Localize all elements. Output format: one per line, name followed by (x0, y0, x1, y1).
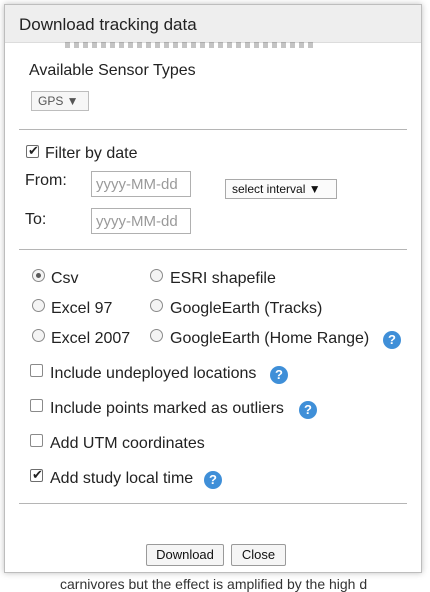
format-label-googleearth-tracks: GoogleEarth (Tracks) (170, 300, 323, 317)
format-radio-googleearth-home-range[interactable] (150, 329, 163, 342)
help-icon[interactable]: ? (383, 331, 401, 349)
checkmark-icon: ✔ (32, 467, 43, 482)
help-icon[interactable]: ? (299, 401, 317, 419)
format-label-excel-97: Excel 97 (51, 300, 113, 317)
sensor-type-select[interactable]: GPS ▼ (31, 91, 89, 111)
format-label-excel-2007: Excel 2007 (51, 330, 131, 347)
add-utm-checkbox[interactable] (30, 434, 43, 447)
background-page-text: carnivores but the effect is amplified b… (60, 576, 368, 592)
help-icon[interactable]: ? (270, 366, 288, 384)
filter-by-date-label: Filter by date (45, 145, 138, 162)
add-local-time-checkbox[interactable]: ✔ (30, 467, 43, 482)
to-label: To: (25, 211, 47, 228)
format-label-esri-shapefile: ESRI shapefile (170, 270, 276, 287)
download-dialog: Download tracking data Available Sensor … (4, 4, 422, 573)
format-radio-excel-2007[interactable] (32, 329, 45, 342)
dialog-title: Download tracking data (5, 5, 421, 43)
download-button[interactable]: Download (146, 544, 224, 566)
from-label: From: (25, 172, 67, 189)
include-outliers-label: Include points marked as outliers (50, 400, 284, 417)
select-interval-dropdown[interactable]: select interval ▼ (225, 179, 337, 199)
from-date-input[interactable] (91, 171, 191, 197)
obscured-background-text (65, 42, 315, 48)
divider (19, 249, 407, 250)
add-utm-label: Add UTM coordinates (50, 435, 205, 452)
close-button[interactable]: Close (231, 544, 286, 566)
help-icon[interactable]: ? (204, 471, 222, 489)
format-label-csv: Csv (51, 270, 79, 287)
divider (19, 503, 407, 504)
format-radio-googleearth-tracks[interactable] (150, 299, 163, 312)
format-radio-csv[interactable] (32, 269, 45, 282)
format-label-googleearth-home-range: GoogleEarth (Home Range) (170, 330, 370, 347)
filter-by-date-checkbox[interactable]: ✔ (26, 143, 39, 158)
include-outliers-checkbox[interactable] (30, 399, 43, 412)
sensor-types-heading: Available Sensor Types (29, 62, 196, 79)
add-local-time-label: Add study local time (50, 470, 194, 487)
to-date-input[interactable] (91, 208, 191, 234)
include-undeployed-checkbox[interactable] (30, 364, 43, 377)
format-radio-excel-97[interactable] (32, 299, 45, 312)
checkmark-icon: ✔ (28, 143, 39, 158)
format-radio-esri-shapefile[interactable] (150, 269, 163, 282)
radio-selected-dot (36, 273, 41, 278)
include-undeployed-label: Include undeployed locations (50, 365, 257, 382)
divider (19, 129, 407, 130)
